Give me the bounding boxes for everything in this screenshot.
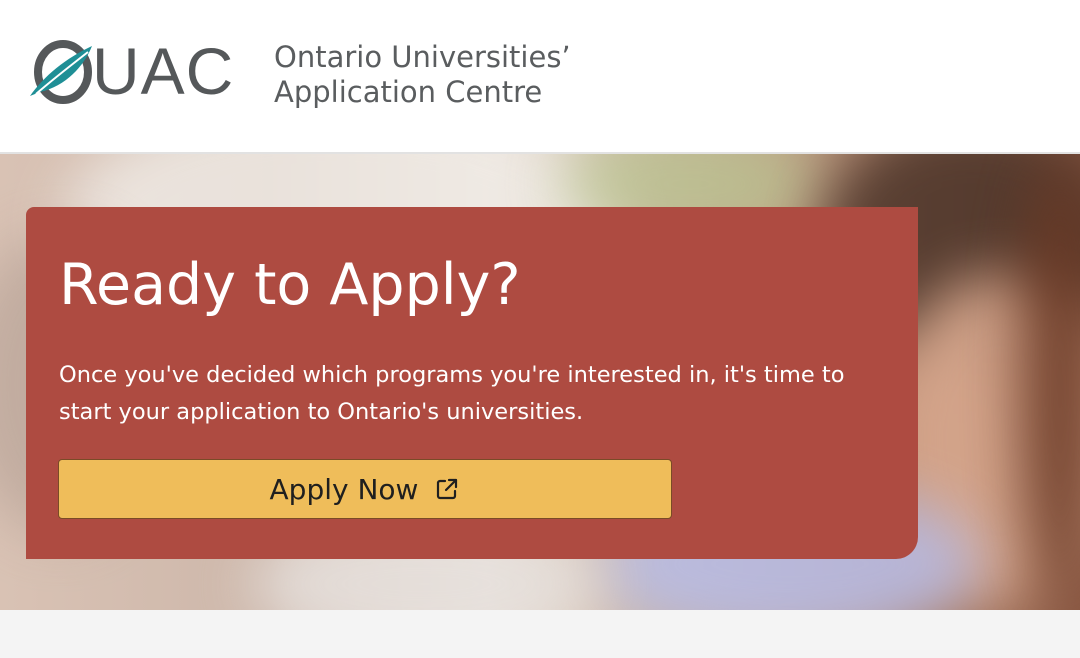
apply-now-button[interactable]: Apply Now (58, 459, 672, 519)
content-area-start (0, 610, 1080, 658)
site-header: UAC Ontario Universities’ Application Ce… (0, 0, 1080, 154)
callout-title: Ready to Apply? (59, 252, 521, 318)
apply-callout-card: Ready to Apply? Once you've decided whic… (26, 207, 918, 559)
apply-now-label: Apply Now (269, 472, 419, 506)
ouac-logo[interactable]: UAC (26, 36, 234, 106)
callout-description: Once you've decided which programs you'r… (59, 362, 845, 425)
page: UAC Ontario Universities’ Application Ce… (0, 0, 1080, 658)
ouac-leaf-o-icon (26, 36, 96, 106)
org-name-line-2: Application Centre (274, 75, 543, 109)
organization-name: Ontario Universities’ Application Centre (274, 40, 571, 110)
external-link-icon (434, 476, 460, 502)
org-name-line-1: Ontario Universities’ (274, 40, 571, 74)
hero-banner: Ready to Apply? Once you've decided whic… (0, 154, 1080, 610)
logo-letters: UAC (92, 34, 235, 108)
